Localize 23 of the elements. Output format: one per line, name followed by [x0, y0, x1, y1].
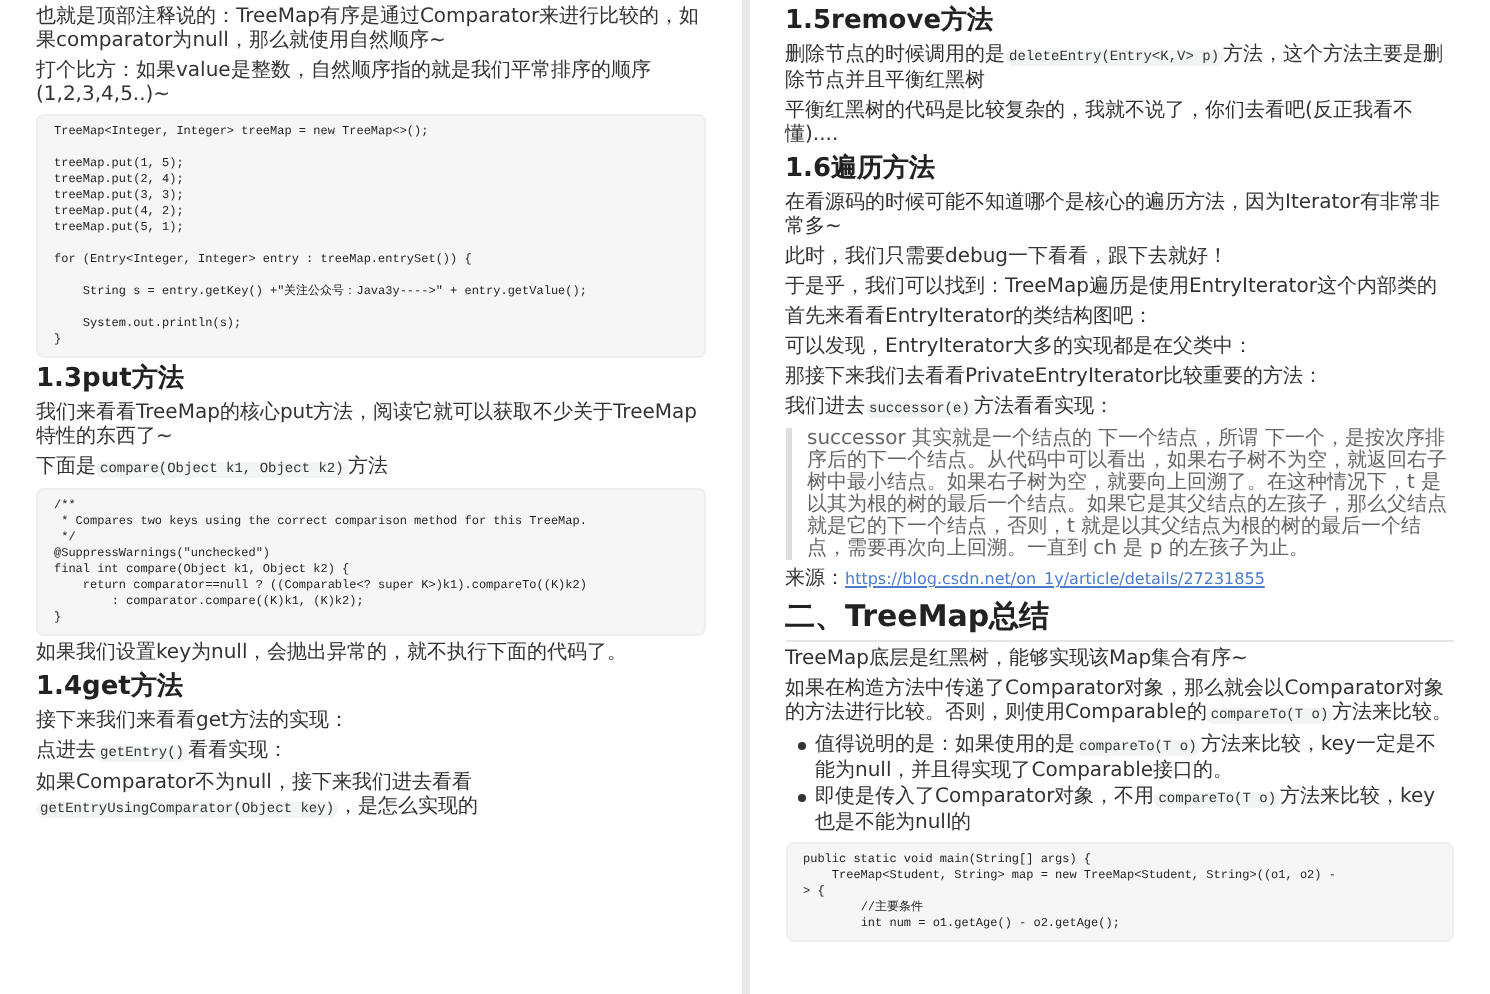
paragraph: 接下来我们来看看get方法的实现：	[36, 710, 351, 734]
paragraph: 我们来看看TreeMap的核心put方法，阅读它就可以获取不少关于TreeMap特性的东西了~	[36, 402, 699, 450]
section-heading: 1.3put方法	[36, 364, 186, 396]
paragraph: 可以发现，EntryIterator大多的实现都是在父类中：	[785, 336, 1256, 360]
paragraph: 如果我们设置key为null，会抛出异常的，就不执行下面的代码了。	[36, 642, 630, 666]
paragraph: 也就是顶部注释说的：TreeMap有序是通过Comparator来进行比较的，如果comparator为null，那么就使用自然顺序~	[36, 6, 702, 54]
paragraph: 首先来看看EntryIterator的类结构图吧：	[785, 306, 1156, 330]
paragraph: 那接下来我们去看看PrivateEntryIterator比较重要的方法：	[785, 366, 1325, 390]
section-heading: 二、TreeMap总结	[785, 598, 1454, 642]
paragraph: 此时，我们只需要debug一下看看，跟下去就好！	[785, 246, 1231, 270]
section-heading: 1.4get方法	[36, 672, 185, 704]
paragraph: 在看源码的时候可能不知道哪个是核心的遍历方法，因为Iterator有非常非常多~	[785, 192, 1442, 240]
paragraph: 打个比方：如果value是整数，自然顺序指的就是我们平常排序的顺序(1,2,3,4,5..)~	[36, 60, 653, 108]
source-link[interactable]: https://blog.csdn.net/on_1y/article/details/27231855	[845, 570, 1265, 588]
bullet-icon	[797, 794, 805, 802]
bullet-icon	[797, 742, 805, 750]
section-heading: 1.5remove方法	[785, 6, 996, 38]
paragraph: TreeMap底层是红黑树，能够实现该Map集合有序~	[785, 648, 1250, 672]
paragraph: 平衡红黑树的代码是比较复杂的，我就不说了，你们去看吧(反正我看不懂)....	[785, 100, 1415, 148]
section-heading: 1.6遍历方法	[785, 154, 938, 186]
quote-block: successor 其实就是一个结点的 下一个结点，所谓 下一个，是按次序排序后的下一个结点。从代码中可以看出，如果右子树不为空，就返回右子树中最小结点。如果右子树为空，就要向上回溯了。在这种情况下，t 是以其为根的树的最后一个结点。如果它是其父结点的左孩子，那么父结点就是它的下一个结点，否则，t 就是以其父结点为根的树的最后一个结点，需要再次向上回溯。一直到 ch 是 p 的左孩子为止。	[785, 428, 1454, 560]
paragraph: 于是乎，我们可以找到：TreeMap遍历是使用EntryIterator这个内部类的	[785, 276, 1439, 300]
source-label: 来源：	[785, 568, 845, 590]
